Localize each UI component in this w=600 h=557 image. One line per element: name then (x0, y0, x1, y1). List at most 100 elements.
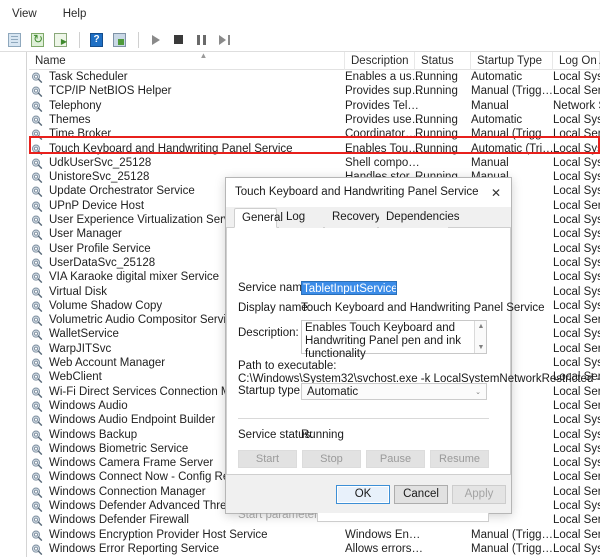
cell-logon: Local Service (553, 199, 600, 212)
close-icon[interactable]: ✕ (481, 178, 511, 207)
display-name-label: Display name: (238, 302, 311, 314)
help-icon: ? (90, 32, 103, 47)
column-header-description[interactable]: Description (345, 52, 415, 70)
description-value: Enables Touch Keyboard and Handwriting P… (305, 322, 461, 360)
dialog-tabs: GeneralLog OnRecoveryDependencies (226, 208, 511, 242)
service-status-value: Running (301, 429, 344, 441)
cell-logon: Local System (553, 242, 600, 255)
refresh-icon (31, 32, 44, 47)
scroll-up-icon[interactable]: ▲ (475, 321, 487, 332)
cell-logon: Local Service (553, 399, 600, 412)
start-service-icon (151, 34, 160, 45)
description-scrollbar[interactable]: ▲ ▼ (474, 321, 486, 353)
cell-description: Enables a us… (345, 71, 423, 83)
column-header-status[interactable]: Status (415, 52, 471, 70)
restart-service-button[interactable] (214, 30, 235, 50)
menu-help[interactable]: Help (61, 6, 97, 22)
cell-logon: Local System (553, 185, 600, 198)
cell-name: Themes (49, 113, 91, 126)
export-list-icon (54, 32, 67, 47)
cell-logon: Local System (553, 442, 600, 455)
dialog-title-bar[interactable]: Touch Keyboard and Handwriting Panel Ser… (226, 178, 511, 208)
table-row[interactable]: TCP/IP NetBIOS Helper Provides sup… Runnin… (29, 84, 600, 99)
table-row[interactable]: UdkUserSvc_25128 Shell compo… Manual Local … (29, 156, 600, 171)
cell-logon: Local Service (553, 485, 600, 498)
show-hide-console-tree-button[interactable] (109, 30, 130, 50)
ok-button[interactable]: OK (336, 485, 390, 504)
cell-logon: Local System (553, 171, 600, 184)
tab-general[interactable]: General (234, 208, 283, 228)
table-row[interactable]: Telephony Provides Tel… Manual Network Se… (29, 99, 600, 114)
startup-type-select[interactable]: Automatic ⌄ (301, 383, 487, 400)
start-service-button[interactable] (145, 30, 166, 50)
help-button[interactable]: ? (86, 30, 107, 50)
cell-name: Touch Keyboard and Handwriting Panel Ser… (49, 142, 293, 155)
pause-service-icon (197, 34, 206, 45)
description-textarea[interactable]: Enables Touch Keyboard and Handwriting P… (301, 320, 487, 360)
cell-startup: Manual (Trigg… (471, 85, 554, 98)
tab-recovery[interactable]: Recovery (325, 208, 381, 228)
cell-logon: Local System (553, 256, 600, 269)
dialog-title: Touch Keyboard and Handwriting Panel Ser… (235, 186, 480, 198)
cell-description: Allows errors… (345, 542, 423, 555)
cell-startup: Automatic (471, 113, 523, 126)
properties-button[interactable] (4, 30, 25, 50)
cell-name: Telephony (49, 99, 102, 112)
cell-name: Windows Encryption Provider Host Service (49, 528, 268, 541)
column-header-log-on-as[interactable]: Log On As (553, 52, 600, 70)
cell-description: Windows En… (345, 528, 421, 541)
cell-logon: Local Service (553, 385, 600, 398)
cell-name: Windows Error Reporting Service (49, 542, 220, 555)
table-row[interactable]: Windows Error Reporting Service Allows er… (29, 542, 600, 557)
cell-logon: Local Service (553, 528, 600, 541)
table-row[interactable]: Themes Provides use… Running Automatic Local… (29, 113, 600, 128)
startup-type-value: Automatic (307, 386, 359, 398)
service-name-input[interactable]: TabletInputService (301, 281, 397, 295)
cell-logon: Local Service (553, 314, 600, 327)
cell-logon: Local System (553, 500, 600, 512)
pause-button[interactable]: Pause (366, 450, 425, 468)
cell-description: Shell compo… (345, 156, 420, 169)
table-row[interactable]: Windows Encryption Provider Host Service… (29, 528, 600, 543)
services-window: ViewHelp ? cal) NameDescriptionStatusSta… (0, 0, 600, 557)
column-header-name[interactable]: Name (29, 52, 345, 70)
start-button[interactable]: Start (238, 450, 297, 468)
cell-name: Task Scheduler (49, 71, 128, 83)
table-row[interactable]: Time Broker Coordinator… Running Manual (Tr… (29, 127, 600, 142)
cell-logon: Local System (553, 414, 600, 427)
tab-dependencies[interactable]: Dependencies (379, 208, 460, 228)
path-to-executable-label: Path to executable: (238, 360, 337, 372)
cell-startup: Automatic (Tri… (471, 142, 554, 155)
cell-startup: Manual (471, 99, 509, 112)
table-row[interactable]: Touch Keyboard and Handwriting Panel Ser… (29, 142, 600, 157)
pane-splitter[interactable] (22, 52, 29, 557)
cell-startup: Manual (471, 156, 509, 169)
pause-service-button[interactable] (191, 30, 212, 50)
tab-log-on[interactable]: Log On (279, 208, 323, 242)
cell-logon: Local Service (553, 471, 600, 484)
cell-logon: Local System (553, 271, 600, 284)
cell-logon: Local System (553, 457, 600, 470)
cell-logon: Local System (553, 299, 600, 312)
stop-service-button[interactable] (168, 30, 189, 50)
table-row[interactable]: Task Scheduler Enables a us… Running Automa… (29, 70, 600, 85)
cancel-button[interactable]: Cancel (394, 485, 448, 504)
export-list-button[interactable] (50, 30, 71, 50)
properties-icon (8, 32, 21, 47)
service-properties-dialog: Touch Keyboard and Handwriting Panel Ser… (225, 177, 600, 522)
console-tree-item-services-local[interactable]: cal) (0, 58, 22, 70)
cell-name: UdkUserSvc_25128 (49, 156, 152, 169)
console-tree-pane[interactable]: cal) (0, 52, 22, 557)
menu-bar: View Help (0, 0, 600, 28)
cell-logon: Local Service (553, 128, 600, 141)
display-name-value[interactable]: Touch Keyboard and Handwriting Panel Ser… (301, 302, 545, 314)
scroll-down-icon[interactable]: ▼ (475, 342, 487, 353)
resume-button[interactable]: Resume (430, 450, 489, 468)
toolbar-separator (79, 31, 80, 48)
refresh-button[interactable] (27, 30, 48, 50)
stop-button[interactable]: Stop (302, 450, 361, 468)
menu-view[interactable]: View (10, 6, 47, 22)
column-header-startup-type[interactable]: Startup Type (471, 52, 553, 70)
cell-description: Provides sup… (345, 85, 423, 98)
cell-logon: Local System (553, 328, 600, 341)
